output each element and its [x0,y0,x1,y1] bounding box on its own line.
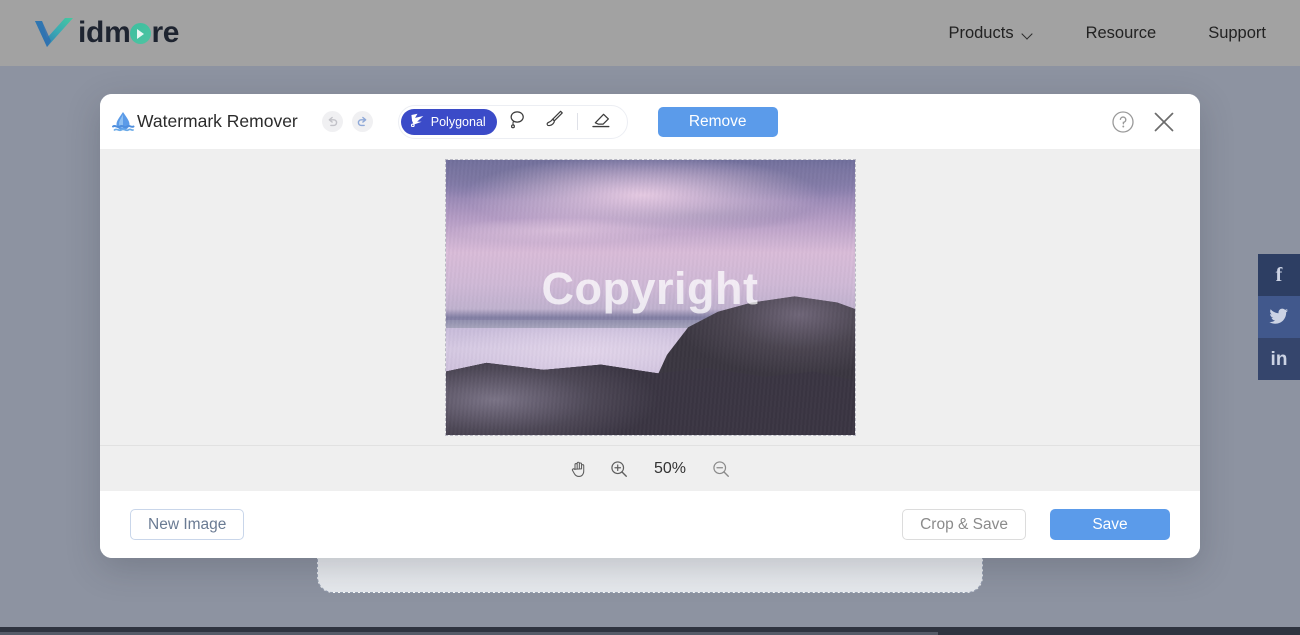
brand-name: idm re [78,16,180,49]
eraser-icon [589,108,612,136]
watermark-remover-modal: Watermark Remover Polygonal Remove Copyr… [100,94,1200,558]
twitter-bird-glyph [1269,308,1288,324]
brush-icon [543,108,565,135]
linkedin-icon[interactable]: in [1258,338,1300,380]
footer-actions: Crop & Save Save [902,509,1170,540]
nav-item-label: Products [948,23,1014,42]
image-canvas[interactable]: Copyright [444,159,856,436]
nav-item-support[interactable]: Support [1208,24,1266,43]
linkedin-glyph: in [1270,348,1288,370]
facebook-glyph: f [1275,264,1283,286]
lasso-icon [506,108,528,135]
new-image-button[interactable]: New Image [130,509,245,540]
zoom-out-icon[interactable] [711,459,731,479]
zoom-toolbar: 50% [100,445,1200,491]
brand-logo[interactable]: idm re [32,11,180,55]
watermark-overlay-text: Copyright [541,262,759,314]
close-x-icon[interactable] [1150,108,1178,136]
site-nav: Products Resource Support [948,24,1266,43]
tool-polygonal[interactable]: Polygonal [400,108,497,135]
polygonal-lasso-icon [409,112,426,132]
hand-pan-icon[interactable] [569,459,589,479]
zoom-in-icon[interactable] [609,459,629,479]
brand-suffix: re [151,16,180,49]
site-header: idm re Products Resource Support [0,0,1300,66]
chevron-down-icon [1023,30,1034,37]
tool-eraser[interactable] [584,107,618,137]
water-drop-icon [110,109,136,135]
redo-arrow-icon[interactable] [351,111,373,132]
brand-prefix: id [78,16,105,49]
modal-footer: New Image Crop & Save Save [100,491,1200,558]
undo-arrow-icon[interactable] [321,111,343,132]
nav-item-resource[interactable]: Resource [1086,24,1157,43]
selection-tool-group: Polygonal [397,104,628,139]
question-circle-icon[interactable] [1110,109,1136,135]
remove-button[interactable]: Remove [657,106,778,137]
zoom-level-label: 50% [653,459,687,477]
nav-item-label: Support [1208,23,1266,42]
modal-toolbar: Watermark Remover Polygonal Remove [100,94,1200,149]
tool-polygonal-label: Polygonal [430,114,486,129]
crop-and-save-button[interactable]: Crop & Save [902,509,1026,540]
brand-mid: m [104,16,131,49]
save-button[interactable]: Save [1050,509,1170,540]
facebook-icon[interactable]: f [1258,254,1300,296]
history-controls [321,111,373,132]
page-bottom-strip [0,627,1300,635]
play-circle-icon [130,23,152,44]
tool-lasso[interactable] [500,107,534,137]
social-share-rail: f in [1258,254,1300,380]
nav-item-products[interactable]: Products [948,24,1033,43]
twitter-icon[interactable] [1258,296,1300,338]
modal-title: Watermark Remover [137,111,298,131]
tool-brush[interactable] [537,107,571,137]
editor-canvas-area[interactable]: Copyright [100,149,1200,445]
modal-toolbar-right [1110,108,1178,136]
nav-item-label: Resource [1085,23,1157,42]
tool-divider [576,113,578,130]
checkmark-v-logo-icon [32,16,76,50]
